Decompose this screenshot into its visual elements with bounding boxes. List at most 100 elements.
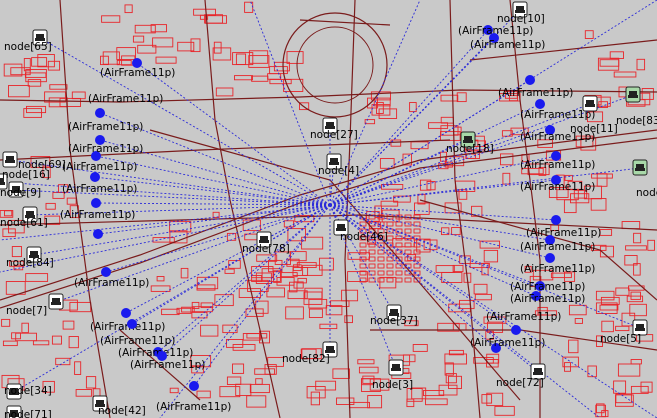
building-outline — [71, 91, 86, 100]
airframe-label: (AirFrame11p) — [88, 93, 163, 105]
building-outline — [386, 235, 394, 241]
building-outline — [590, 198, 607, 211]
node-label: node[84] — [6, 257, 54, 269]
building-outline — [386, 277, 394, 283]
building-outline — [68, 336, 79, 349]
building-outline — [234, 75, 253, 81]
building-outline — [601, 410, 609, 418]
airframe-label: (AirFrame11p) — [526, 227, 601, 239]
building-outline — [502, 172, 511, 185]
building-outline — [404, 228, 412, 234]
airframe-label: (AirFrame11p) — [510, 281, 585, 293]
road — [299, 19, 391, 26]
building-outline — [615, 394, 634, 407]
building-outline — [124, 4, 133, 14]
simulation-canvas[interactable]: (AirFrame11p) (AirFrame11p) (AirFrame11p)(… — [0, 0, 657, 418]
building-outline — [599, 59, 620, 67]
airframe-dot — [101, 267, 111, 277]
building-outline — [621, 221, 641, 230]
building-outline — [473, 283, 488, 295]
building-outline — [368, 263, 376, 269]
building-outline — [599, 229, 613, 236]
building-outline — [404, 249, 412, 255]
building-outline — [196, 390, 211, 399]
airframe-label: (AirFrame11p) — [130, 359, 205, 371]
building-outline — [212, 47, 232, 61]
building-outline — [413, 221, 421, 227]
building-outline — [629, 303, 647, 317]
building-outline — [633, 232, 642, 244]
building-outline — [286, 51, 304, 64]
building-outline — [232, 363, 245, 374]
airframe-label: (AirFrame11p) — [520, 181, 595, 193]
building-outline — [636, 58, 646, 71]
building-outline — [75, 389, 93, 397]
vehicle-network-map[interactable]: (AirFrame11p)(AirFrame11p)(AirFrame11p)(… — [0, 0, 657, 418]
building-outline — [386, 263, 394, 269]
building-outline — [27, 79, 42, 87]
building-outline — [224, 268, 235, 274]
airframe-label: (AirFrame11p) — [510, 293, 585, 305]
building-outline — [486, 392, 504, 407]
airframe-label: (AirFrame11p) — [520, 241, 595, 253]
building-outline — [473, 357, 494, 364]
building-outline — [568, 339, 579, 354]
building-outline — [226, 339, 244, 348]
airframe-label: (AirFrame11p) — [156, 401, 231, 413]
building-outline — [440, 116, 454, 124]
building-outline — [395, 270, 403, 276]
building-outline — [641, 88, 654, 100]
airframe-label: (AirFrame11p) — [100, 335, 175, 347]
airframe-label: (AirFrame11p) — [520, 263, 595, 275]
building-outline — [255, 300, 269, 314]
building-outline — [640, 381, 653, 393]
ring-road — [282, 12, 388, 118]
building-outline — [440, 131, 461, 141]
building-outline — [368, 242, 376, 248]
building-outline — [357, 359, 375, 365]
building-outline — [359, 249, 367, 255]
building-outline — [308, 298, 328, 309]
building-outline — [341, 289, 359, 302]
building-outline — [377, 270, 385, 276]
building-outline — [319, 323, 338, 330]
airframe-label: (AirFrame11p) — [68, 121, 143, 133]
airframe-dot — [535, 99, 545, 109]
building-outline — [45, 202, 56, 210]
building-outline — [574, 318, 583, 324]
building-outline — [647, 239, 655, 251]
building-outline — [600, 296, 620, 305]
building-outline — [425, 398, 448, 406]
building-outline — [395, 221, 403, 227]
building-outline — [280, 272, 298, 278]
car-node-icon[interactable] — [582, 95, 598, 112]
building-outline — [285, 306, 304, 320]
airframe-label: (AirFrame11p) — [62, 183, 137, 195]
building-outline — [11, 246, 22, 258]
building-outline — [74, 361, 82, 375]
node-label: node[5] — [600, 333, 641, 345]
building-outline — [242, 333, 261, 341]
car-node-icon[interactable] — [625, 86, 641, 103]
building-outline — [155, 56, 177, 64]
building-outline — [319, 257, 334, 271]
node-label: node[11] — [570, 123, 618, 135]
building-outline — [150, 285, 171, 292]
building-outline — [308, 308, 323, 318]
building-outline — [37, 54, 55, 68]
building-outline — [196, 284, 216, 291]
node-label: node[7] — [6, 305, 47, 317]
building-outline — [21, 322, 29, 334]
building-outline — [413, 263, 421, 269]
node-label: node[65] — [4, 41, 52, 53]
airframe-label: (AirFrame11p) — [60, 209, 135, 221]
node-label: node[82] — [282, 353, 330, 365]
building-outline — [630, 359, 642, 365]
car-node-icon[interactable] — [2, 151, 18, 168]
building-outline — [494, 405, 515, 416]
building-outline — [409, 102, 417, 113]
car-node-icon[interactable] — [388, 359, 404, 376]
car-node-icon[interactable] — [632, 159, 648, 176]
car-node-icon[interactable] — [48, 293, 64, 310]
building-outline — [205, 15, 227, 24]
